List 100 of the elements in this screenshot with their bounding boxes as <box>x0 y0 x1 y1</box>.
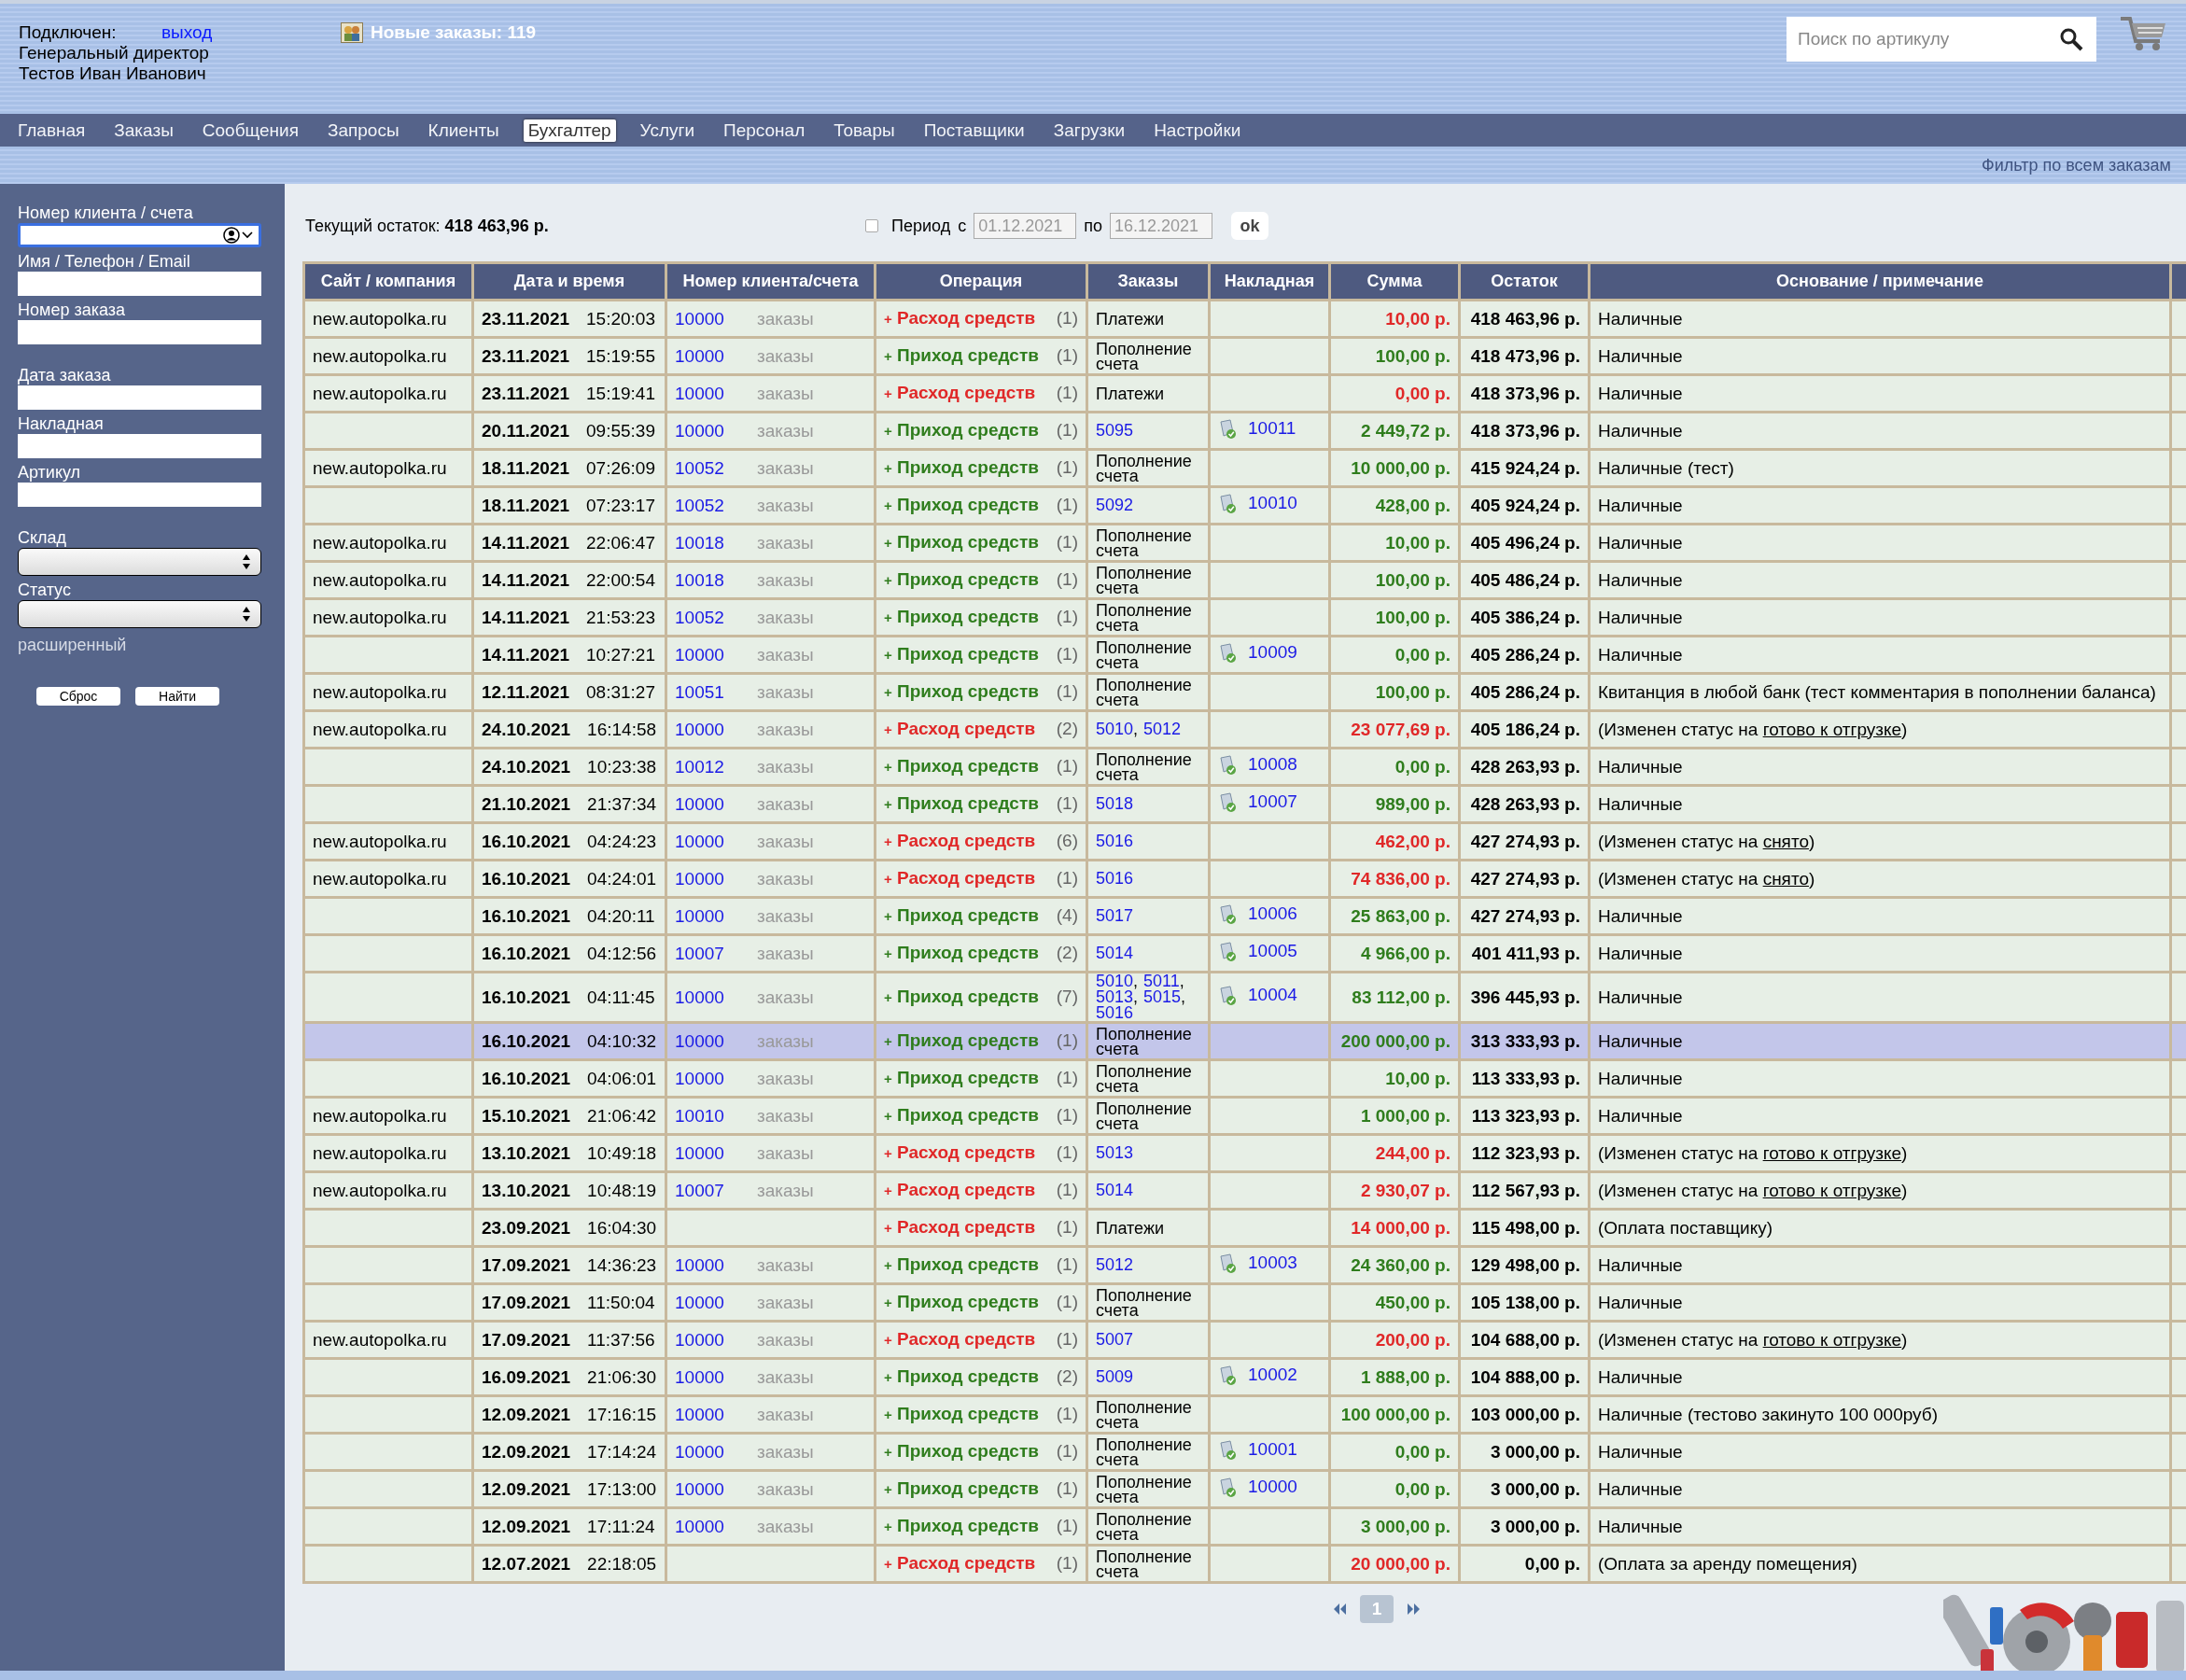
cart-icon[interactable] <box>2119 15 2167 52</box>
text-field[interactable] <box>18 272 261 296</box>
order-link[interactable]: 5012 <box>1096 1255 1134 1274</box>
status-link[interactable]: готово к отгрузке <box>1762 1142 1902 1163</box>
client-link[interactable]: 10000 <box>675 831 724 851</box>
order-link[interactable]: 5015 <box>1143 987 1182 1006</box>
client-number-field[interactable] <box>18 223 261 247</box>
client-link[interactable]: 10000 <box>675 868 724 889</box>
column-header[interactable]: Остаток <box>1461 264 1588 299</box>
nav-tab[interactable]: Заказы <box>109 119 178 142</box>
nav-tab[interactable]: Сообщения <box>197 119 303 142</box>
status-link[interactable]: снято <box>1762 868 1809 889</box>
nav-tab[interactable]: Главная <box>13 119 91 142</box>
last-page-icon[interactable] <box>1407 1603 1422 1616</box>
invoice-link[interactable]: 10000 <box>1248 1477 1297 1496</box>
form-button[interactable]: Сброс <box>36 687 120 706</box>
order-link[interactable]: 5013 <box>1096 987 1134 1006</box>
first-page-icon[interactable] <box>1332 1603 1347 1616</box>
nav-tab[interactable]: Товары <box>829 119 900 142</box>
invoice-link[interactable]: 10011 <box>1248 418 1296 438</box>
chevron-down-icon[interactable] <box>242 231 253 239</box>
text-field[interactable] <box>18 320 261 344</box>
order-link[interactable]: 5014 <box>1096 944 1134 962</box>
client-link[interactable]: 10000 <box>675 345 724 366</box>
client-link[interactable]: 10000 <box>675 1441 724 1462</box>
search-icon[interactable] <box>2059 27 2083 51</box>
filter-link[interactable]: Фильтр по всем заказам <box>1982 155 2171 175</box>
client-link[interactable]: 10000 <box>675 1254 724 1275</box>
order-link[interactable]: 5092 <box>1096 496 1134 514</box>
nav-tab[interactable]: Бухгалтер <box>523 119 616 142</box>
search-field[interactable]: Поиск по артикулу <box>1787 17 2096 62</box>
order-link[interactable]: 5013 <box>1096 1143 1134 1162</box>
nav-tab[interactable]: Персонал <box>719 119 810 142</box>
client-link[interactable]: 10052 <box>675 495 724 515</box>
client-link[interactable]: 10000 <box>675 1329 724 1350</box>
invoice-link[interactable]: 10006 <box>1248 903 1297 923</box>
client-link[interactable]: 10000 <box>675 644 724 665</box>
logout-link[interactable]: выход <box>161 22 213 43</box>
client-link[interactable]: 10000 <box>675 1516 724 1536</box>
column-header[interactable]: Операция <box>876 264 1086 299</box>
invoice-link[interactable]: 10002 <box>1248 1365 1297 1384</box>
client-link[interactable]: 10000 <box>675 1366 724 1387</box>
client-link[interactable]: 10000 <box>675 420 724 441</box>
client-link[interactable]: 10010 <box>675 1105 724 1126</box>
text-field[interactable] <box>18 483 261 507</box>
invoice-link[interactable]: 10007 <box>1248 791 1297 811</box>
invoice-link[interactable]: 10004 <box>1248 985 1297 1004</box>
order-link[interactable]: 5014 <box>1096 1181 1134 1199</box>
client-link[interactable]: 10000 <box>675 1478 724 1499</box>
nav-tab[interactable]: Поставщики <box>918 119 1030 142</box>
nav-tab[interactable]: Настройки <box>1149 119 1246 142</box>
client-link[interactable]: 10000 <box>675 1404 724 1424</box>
client-link[interactable]: 10000 <box>675 1030 724 1051</box>
order-link[interactable]: 5016 <box>1096 832 1134 850</box>
column-header[interactable]: Сумма <box>1331 264 1458 299</box>
column-header[interactable]: Накладная <box>1211 264 1328 299</box>
select-field[interactable] <box>18 600 261 628</box>
order-link[interactable]: 5017 <box>1096 906 1134 925</box>
order-link[interactable]: 5010 <box>1096 972 1134 990</box>
text-field[interactable] <box>18 385 261 410</box>
order-link[interactable]: 5009 <box>1096 1367 1134 1386</box>
column-header[interactable]: Номер клиента/счета <box>667 264 874 299</box>
client-link[interactable]: 10000 <box>675 383 724 403</box>
invoice-link[interactable]: 10008 <box>1248 754 1297 774</box>
client-link[interactable]: 10000 <box>675 1292 724 1312</box>
period-checkbox[interactable] <box>865 219 878 232</box>
client-link[interactable]: 10007 <box>675 943 724 963</box>
column-header[interactable]: Дата и время <box>474 264 665 299</box>
invoice-link[interactable]: 10005 <box>1248 941 1297 960</box>
order-link[interactable]: 5018 <box>1096 794 1134 813</box>
order-link[interactable]: 5095 <box>1096 421 1134 440</box>
invoice-link[interactable]: 10010 <box>1248 493 1297 512</box>
client-link[interactable]: 10000 <box>675 1142 724 1163</box>
order-link[interactable]: 5012 <box>1143 720 1182 738</box>
client-link[interactable]: 10000 <box>675 719 724 739</box>
invoice-link[interactable]: 10009 <box>1248 642 1297 662</box>
invoice-link[interactable]: 10001 <box>1248 1439 1297 1459</box>
client-link[interactable]: 10000 <box>675 905 724 926</box>
status-link[interactable]: снято <box>1762 831 1809 851</box>
client-link[interactable]: 10000 <box>675 1068 724 1088</box>
order-link[interactable]: 5011 <box>1143 972 1180 990</box>
client-link[interactable]: 10051 <box>675 681 724 702</box>
nav-tab[interactable]: Запросы <box>322 119 404 142</box>
order-link[interactable]: 5010 <box>1096 720 1134 738</box>
form-button[interactable]: Найти <box>135 687 219 706</box>
client-link[interactable]: 10007 <box>675 1180 724 1200</box>
status-link[interactable]: готово к отгрузке <box>1762 719 1902 739</box>
ok-button[interactable]: ok <box>1230 212 1268 240</box>
order-link[interactable]: 5007 <box>1096 1330 1134 1349</box>
nav-tab[interactable]: Загрузки <box>1048 119 1130 142</box>
client-link[interactable]: 10012 <box>675 756 724 777</box>
order-link[interactable]: 5016 <box>1096 1003 1134 1022</box>
status-link[interactable]: готово к отгрузке <box>1762 1329 1902 1350</box>
client-link[interactable]: 10018 <box>675 532 724 553</box>
order-link[interactable]: 5016 <box>1096 869 1134 888</box>
column-header[interactable]: Сайт / компания <box>305 264 471 299</box>
client-link[interactable]: 10018 <box>675 569 724 590</box>
text-field[interactable] <box>18 434 261 458</box>
client-link[interactable]: 10000 <box>675 793 724 814</box>
column-header[interactable]: Заказы <box>1088 264 1208 299</box>
